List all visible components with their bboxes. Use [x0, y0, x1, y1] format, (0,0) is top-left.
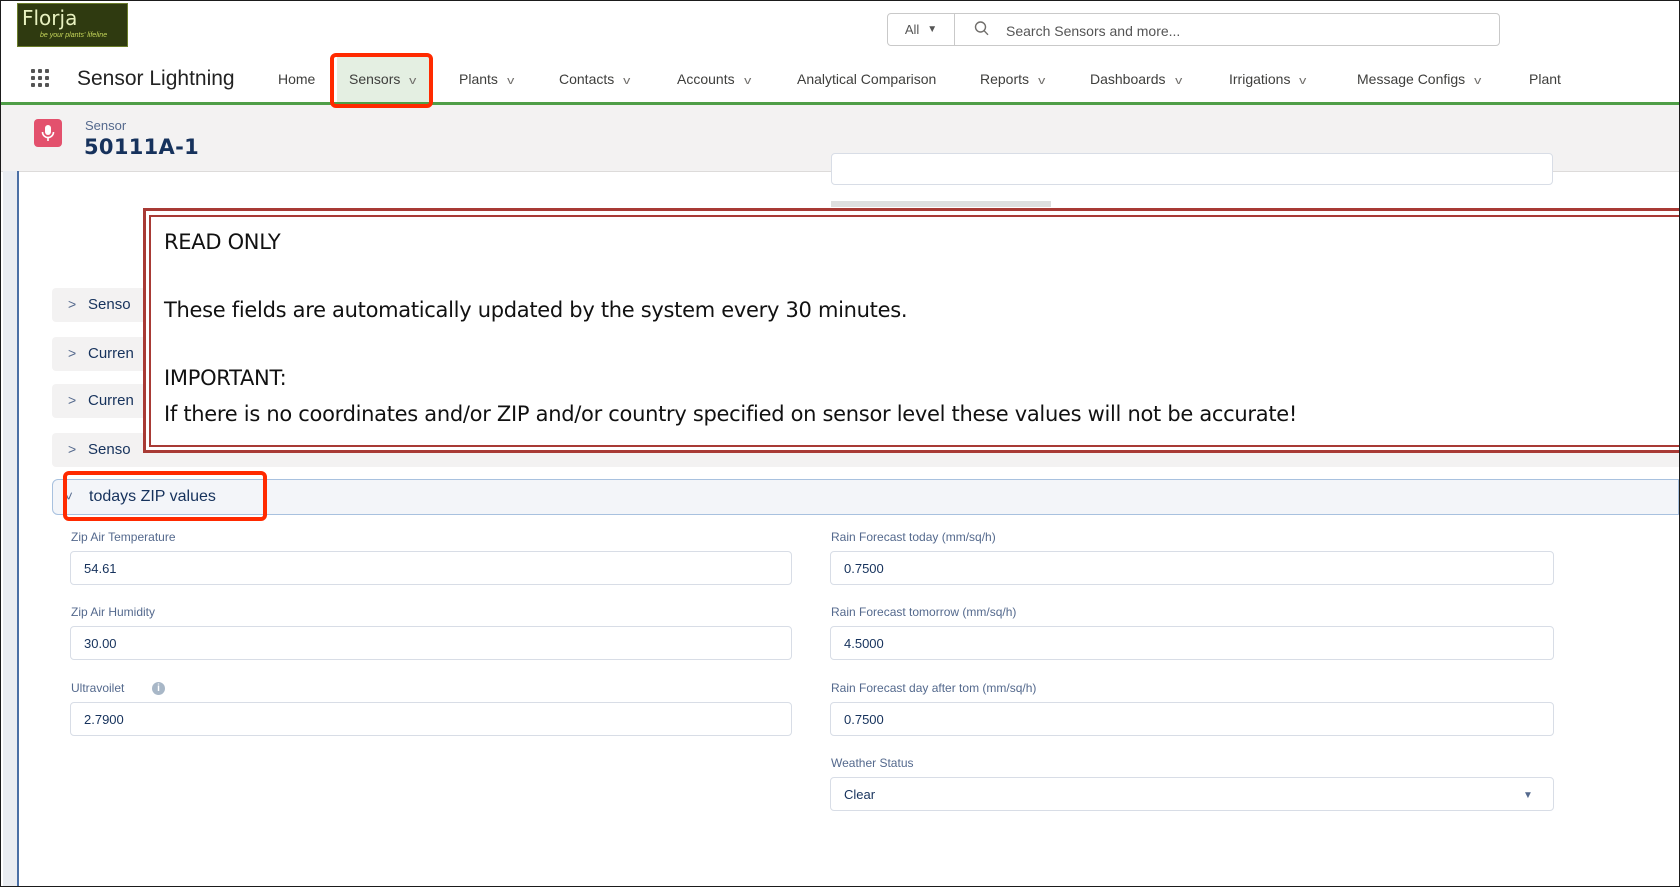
left-edge-strip: [3, 171, 19, 886]
zip-air-humidity-field[interactable]: 30.00: [70, 626, 792, 660]
chevron-down-icon[interactable]: v: [744, 75, 751, 87]
record-name: 50111A-1: [84, 135, 200, 159]
chevron-down-icon[interactable]: v: [1038, 75, 1045, 87]
ultraviolet-label: Ultravoilet: [71, 681, 125, 695]
rain-forecast-day-after-field[interactable]: 0.7500: [830, 702, 1554, 736]
chevron-down-icon[interactable]: v: [1300, 75, 1307, 87]
nav-item-irrigations[interactable]: Irrigations v: [1229, 71, 1307, 87]
record-type: Sensor: [85, 118, 127, 133]
chevron-right-icon: >: [68, 441, 77, 457]
rain-forecast-today-field[interactable]: 0.7500: [830, 551, 1554, 585]
app-navbar: Sensor Lightning Home Sensors v Plants v C…: [1, 57, 1679, 105]
zip-air-humidity-label: Zip Air Humidity: [71, 605, 156, 619]
app-name: Sensor Lightning: [77, 67, 235, 90]
search-icon: [974, 21, 989, 36]
chevron-down-icon[interactable]: v: [507, 75, 514, 87]
search-input[interactable]: [1004, 16, 1488, 45]
nav-item-label: Plant: [1529, 71, 1561, 87]
chevron-right-icon: >: [68, 345, 77, 361]
section-label: Senso: [88, 441, 131, 458]
nav-item-plant[interactable]: Plant: [1529, 71, 1561, 87]
section-label: Curren: [88, 345, 134, 362]
nav-item-label: Plants: [459, 71, 498, 87]
zip-air-temperature-field[interactable]: 54.61: [70, 551, 792, 585]
chevron-down-icon[interactable]: v: [1474, 75, 1481, 87]
nav-item-accounts[interactable]: Accounts v: [677, 71, 751, 87]
obscured-field-label: [831, 201, 1051, 207]
nav-item-label: Contacts: [559, 71, 615, 87]
nav-item-label: Accounts: [677, 71, 735, 87]
callout-important-heading: IMPORTANT:: [164, 366, 287, 390]
nav-item-home[interactable]: Home: [278, 71, 315, 87]
rain-forecast-today-label: Rain Forecast today (mm/sq/h): [831, 530, 996, 544]
nav-item-label: Analytical Comparison: [797, 71, 937, 87]
search-scope-label: All: [904, 22, 920, 37]
chevron-down-icon[interactable]: v: [623, 75, 630, 87]
rain-forecast-tomorrow-label: Rain Forecast tomorrow (mm/sq/h): [831, 605, 1017, 619]
logo-tagline: be your plants' lifeline: [40, 32, 108, 39]
nav-item-contacts[interactable]: Contacts v: [559, 71, 631, 87]
rain-forecast-tomorrow-field[interactable]: 4.5000: [830, 626, 1554, 660]
callout-title: READ ONLY: [164, 230, 281, 254]
weather-status-select[interactable]: Clear: [830, 777, 1554, 811]
callout-warning-text: If there is no coordinates and/or ZIP an…: [164, 402, 1297, 426]
microphone-icon: [34, 119, 62, 147]
zip-air-temperature-label: Zip Air Temperature: [71, 530, 176, 544]
nav-item-dashboards[interactable]: Dashboards v: [1090, 71, 1182, 87]
global-search: All ▼: [887, 13, 1500, 46]
chevron-right-icon: >: [68, 392, 77, 408]
weather-status-label: Weather Status: [831, 756, 914, 770]
info-icon[interactable]: i: [152, 682, 165, 695]
nav-item-label: Dashboards: [1090, 71, 1166, 87]
nav-item-label: Home: [278, 71, 316, 87]
nav-item-reports[interactable]: Reports v: [980, 71, 1045, 87]
partial-field-input[interactable]: [831, 153, 1553, 185]
app-launcher-icon[interactable]: [31, 69, 49, 87]
nav-item-label: Irrigations: [1229, 71, 1291, 87]
nav-item-message-configs[interactable]: Message Configs v: [1357, 71, 1481, 87]
nav-item-label: Reports: [980, 71, 1030, 87]
ultraviolet-field[interactable]: 2.7900: [70, 702, 792, 736]
brand-logo[interactable]: Florja be your plants' lifeline: [17, 3, 128, 47]
caret-down-icon[interactable]: ▼: [1523, 790, 1533, 801]
nav-item-plants[interactable]: Plants v: [459, 71, 514, 87]
nav-item-analytical-comparison[interactable]: Analytical Comparison: [797, 71, 936, 87]
chevron-right-icon: >: [68, 296, 77, 312]
search-scope-dropdown[interactable]: All ▼: [888, 14, 955, 45]
section-label: Curren: [88, 392, 134, 409]
app-window: Florja be your plants' lifeline All ▼ Se…: [0, 0, 1680, 887]
logo-text: Florja: [22, 6, 78, 30]
section-label: Senso: [88, 296, 131, 313]
todays-zip-values-highlight: [63, 471, 267, 521]
caret-down-icon: ▼: [927, 24, 938, 35]
sensors-tab-highlight: [330, 53, 433, 108]
callout-description: These fields are automatically updated b…: [164, 298, 908, 322]
chevron-down-icon[interactable]: v: [1175, 75, 1182, 87]
section-todays-zip-values[interactable]: > todays ZIP values: [52, 479, 1679, 515]
nav-item-label: Message Configs: [1357, 71, 1466, 87]
rain-forecast-day-after-label: Rain Forecast day after tom (mm/sq/h): [831, 681, 1037, 695]
